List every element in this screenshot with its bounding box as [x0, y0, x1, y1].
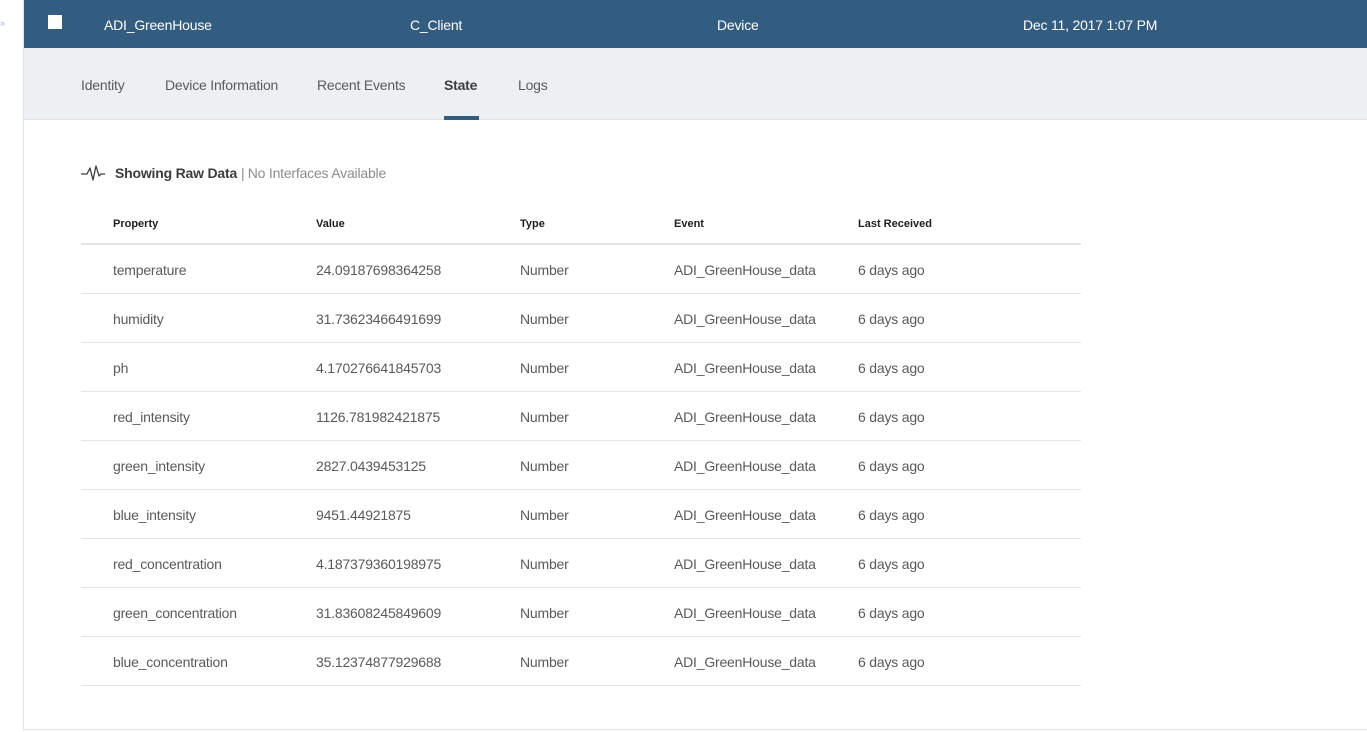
cell-property: humidity: [113, 311, 164, 327]
cell-last-received: 6 days ago: [858, 605, 925, 621]
table-row: green_intensity 2827.0439453125 Number A…: [81, 441, 1081, 490]
cell-event: ADI_GreenHouse_data: [674, 507, 816, 523]
column-header-last-received[interactable]: Last Received: [858, 218, 932, 230]
tab-bar: Identity Device Information Recent Event…: [24, 48, 1367, 120]
cell-last-received: 6 days ago: [858, 458, 925, 474]
cell-type: Number: [520, 458, 569, 474]
cell-event: ADI_GreenHouse_data: [674, 311, 816, 327]
cell-event: ADI_GreenHouse_data: [674, 605, 816, 621]
table-row: ph 4.170276641845703 Number ADI_GreenHou…: [81, 343, 1081, 392]
device-name: ADI_GreenHouse: [104, 17, 212, 33]
cell-last-received: 6 days ago: [858, 654, 925, 670]
device-header-row[interactable]: ADI_GreenHouse C_Client Device Dec 11, 2…: [24, 0, 1367, 48]
active-tab-indicator: [444, 116, 479, 120]
cell-last-received: 6 days ago: [858, 507, 925, 523]
cell-type: Number: [520, 507, 569, 523]
device-type: C_Client: [410, 17, 463, 33]
cell-type: Number: [520, 409, 569, 425]
cell-value: 24.09187698364258: [316, 262, 442, 278]
double-chevron-icon[interactable]: »: [0, 18, 5, 28]
cell-event: ADI_GreenHouse_data: [674, 556, 816, 572]
table-row: blue_concentration 35.12374877929688 Num…: [81, 637, 1081, 686]
table-row: red_concentration 4.187379360198975 Numb…: [81, 539, 1081, 588]
cell-property: green_intensity: [113, 458, 205, 474]
cell-event: ADI_GreenHouse_data: [674, 360, 816, 376]
table-row: green_concentration 31.83608245849609 Nu…: [81, 588, 1081, 637]
cell-value: 4.187379360198975: [316, 556, 442, 572]
cell-value: 31.83608245849609: [316, 605, 442, 621]
column-header-event[interactable]: Event: [674, 218, 704, 230]
raw-data-title: Showing Raw Data: [115, 165, 238, 181]
column-header-value[interactable]: Value: [316, 218, 345, 230]
cell-value: 1126.781982421875: [316, 409, 441, 425]
cell-last-received: 6 days ago: [858, 360, 925, 376]
device-date: Dec 11, 2017 1:07 PM: [1023, 17, 1158, 33]
column-header-property[interactable]: Property: [113, 218, 158, 230]
raw-data-separator: |: [241, 165, 245, 181]
cell-property: red_concentration: [113, 556, 222, 572]
cell-value: 35.12374877929688: [316, 654, 442, 670]
device-detail-panel: ADI_GreenHouse C_Client Device Dec 11, 2…: [23, 0, 1367, 730]
cell-last-received: 6 days ago: [858, 556, 925, 572]
select-checkbox[interactable]: [48, 15, 62, 29]
cell-type: Number: [520, 556, 569, 572]
cell-property: ph: [113, 360, 129, 376]
state-table: Property Value Type Event Last Received …: [81, 206, 1081, 686]
tab-logs[interactable]: Logs: [518, 77, 548, 93]
cell-property: blue_intensity: [113, 507, 196, 523]
cell-type: Number: [520, 654, 569, 670]
cell-value: 2827.0439453125: [316, 458, 426, 474]
cell-type: Number: [520, 360, 569, 376]
cell-event: ADI_GreenHouse_data: [674, 654, 816, 670]
cell-value: 9451.44921875: [316, 507, 411, 523]
cell-last-received: 6 days ago: [858, 409, 925, 425]
left-gutter: »: [0, 0, 23, 732]
cell-property: blue_concentration: [113, 654, 228, 670]
tab-identity[interactable]: Identity: [81, 77, 125, 93]
cell-event: ADI_GreenHouse_data: [674, 262, 816, 278]
tab-recent-events[interactable]: Recent Events: [317, 77, 406, 93]
cell-property: temperature: [113, 262, 187, 278]
cell-property: red_intensity: [113, 409, 190, 425]
table-row: temperature 24.09187698364258 Number ADI…: [81, 245, 1081, 294]
tab-device-information[interactable]: Device Information: [165, 77, 278, 93]
raw-data-header: Showing Raw Data | No Interfaces Availab…: [81, 163, 386, 183]
raw-data-subtitle: No Interfaces Available: [247, 165, 387, 181]
tab-state[interactable]: State: [444, 77, 477, 93]
cell-last-received: 6 days ago: [858, 262, 925, 278]
cell-value: 31.73623466491699: [316, 311, 442, 327]
cell-property: green_concentration: [113, 605, 237, 621]
table-header: Property Value Type Event Last Received: [81, 206, 1081, 245]
pulse-icon: [81, 165, 105, 181]
cell-value: 4.170276641845703: [316, 360, 442, 376]
table-row: red_intensity 1126.781982421875 Number A…: [81, 392, 1081, 441]
cell-last-received: 6 days ago: [858, 311, 925, 327]
cell-type: Number: [520, 605, 569, 621]
column-header-type[interactable]: Type: [520, 218, 545, 230]
cell-event: ADI_GreenHouse_data: [674, 409, 816, 425]
cell-event: ADI_GreenHouse_data: [674, 458, 816, 474]
cell-type: Number: [520, 311, 569, 327]
table-row: blue_intensity 9451.44921875 Number ADI_…: [81, 490, 1081, 539]
cell-type: Number: [520, 262, 569, 278]
table-row: humidity 31.73623466491699 Number ADI_Gr…: [81, 294, 1081, 343]
device-class: Device: [717, 17, 759, 33]
